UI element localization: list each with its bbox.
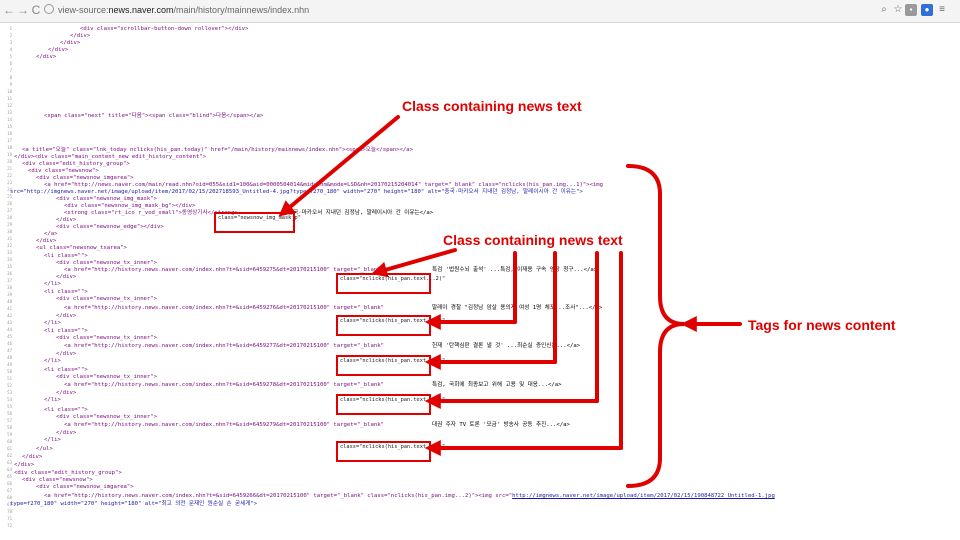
- arrow-to-text-class: [371, 248, 457, 278]
- callout-middle: Class containing news text: [443, 232, 623, 248]
- arrow-to-mask-class: [278, 115, 400, 217]
- callout-right: Tags for news content: [748, 317, 896, 333]
- annotation-arrows: [278, 115, 742, 488]
- callout-top: Class containing news text: [402, 98, 582, 114]
- content-brace: [626, 164, 685, 488]
